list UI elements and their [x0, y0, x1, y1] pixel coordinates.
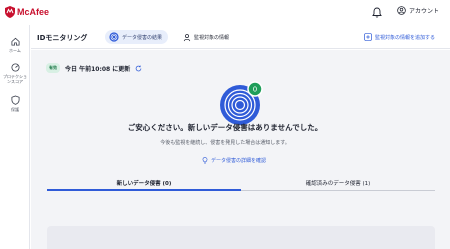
account-icon — [397, 6, 406, 15]
sidebar-item-home[interactable]: ホーム — [0, 37, 30, 53]
page-title: IDモニタリング — [37, 34, 88, 42]
mcafee-logo[interactable]: McAfee — [5, 6, 49, 18]
count-badge-text: 0 — [253, 86, 257, 94]
tab-label: 監視対象の情報 — [194, 34, 230, 41]
person-icon — [183, 33, 191, 41]
tab-breach-results[interactable]: データ侵害の結果 — [105, 30, 169, 44]
sidebar-item-label: 保護 — [11, 107, 19, 112]
brand-name: McAfee — [17, 7, 50, 17]
tab-new-breaches[interactable]: 新しいデータ侵害 (0) — [47, 176, 241, 191]
top-bar: McAfee アカウント — [0, 0, 450, 25]
tab-label: データ侵害の結果 — [122, 34, 163, 41]
status-badge: 有効 — [46, 63, 60, 73]
bell-icon[interactable] — [372, 7, 382, 18]
fingerprint-icon — [109, 32, 119, 42]
add-monitored-info-link[interactable]: 監視対象の情報を追加する — [364, 31, 435, 43]
status-row: 有効 今日 午前10:08 に更新 — [46, 63, 142, 73]
account-label: アカウント — [409, 8, 440, 15]
sidebar-item-protection-score[interactable]: プロテクションスコア — [0, 63, 30, 84]
breach-tabs: 新しいデータ侵害 (0) 確認済みのデータ侵害 (1) — [47, 176, 435, 191]
sidebar-item-protection[interactable]: 保護 — [0, 95, 30, 112]
subtext: 今後も監視を継続し、侵害を発見した場合は通知します。 — [160, 140, 290, 146]
breach-list-card — [47, 226, 435, 249]
breach-details-label: データ侵害の詳細を確認 — [211, 158, 267, 164]
last-updated: 今日 午前10:08 に更新 — [65, 65, 131, 73]
sidebar-item-label: ホーム — [9, 48, 21, 53]
lightbulb-icon — [202, 157, 208, 164]
breach-details-link[interactable]: データ侵害の詳細を確認 — [202, 157, 266, 164]
mcafee-shield-icon — [5, 6, 15, 18]
headline: ご安心ください。新しいデータ侵害はありませんでした。 — [127, 123, 323, 132]
sidebar-item-label: プロテクションスコア — [3, 74, 27, 84]
add-icon — [364, 33, 372, 41]
account-menu[interactable]: アカウント — [397, 6, 439, 15]
refresh-icon[interactable] — [135, 65, 142, 72]
tab-monitored-info[interactable]: 監視対象の情報 — [183, 30, 229, 44]
fingerprint-hero-icon: 0 — [220, 81, 263, 125]
protection-score-icon — [10, 63, 20, 72]
shield-icon — [10, 95, 20, 105]
sidebar: ホーム プロテクションスコア 保護 — [0, 25, 30, 249]
main-content: 有効 今日 午前10:08 に更新 0 — [31, 50, 450, 249]
page-header: IDモニタリング データ侵害の結果 監視対象の情報 監視対象の情報を追加する — [31, 25, 450, 49]
home-icon — [10, 37, 20, 46]
tab-confirmed-breaches[interactable]: 確認済みのデータ侵害 (1) — [241, 176, 435, 191]
add-link-label: 監視対象の情報を追加する — [375, 34, 436, 41]
